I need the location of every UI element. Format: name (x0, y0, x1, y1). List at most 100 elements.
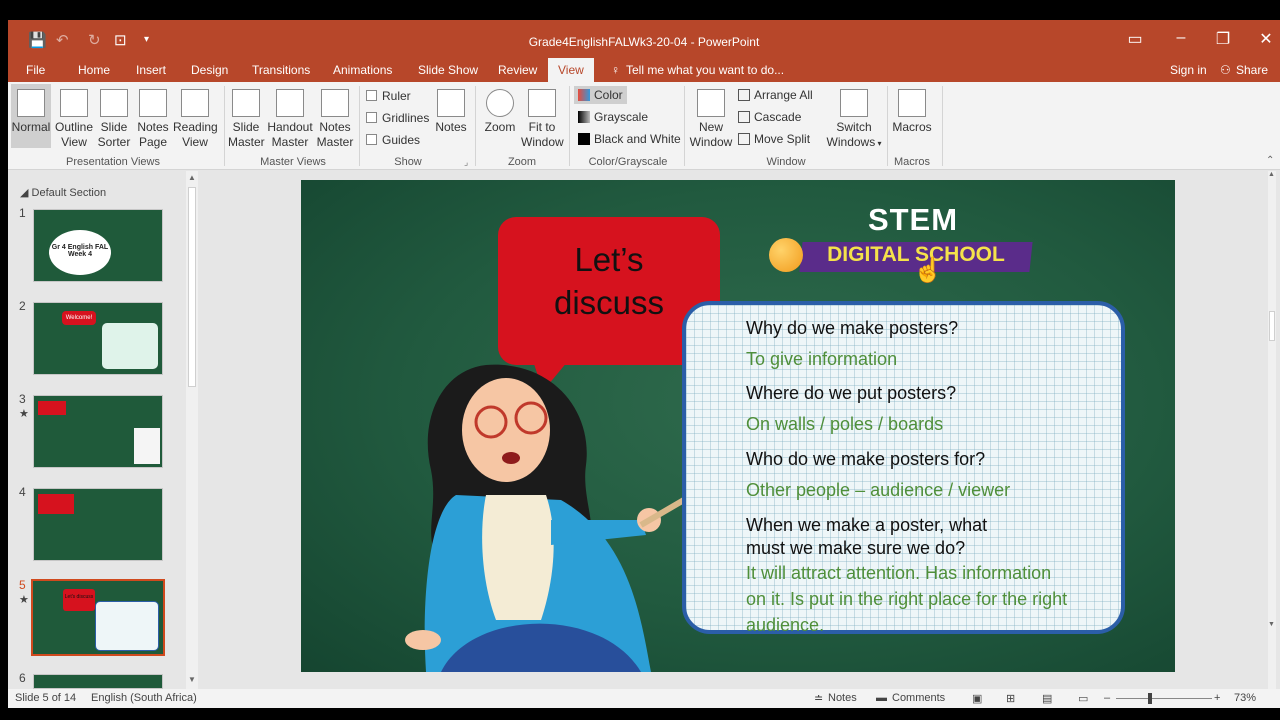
reading-view-button[interactable]: Reading View (173, 84, 218, 150)
group-zoom: Zoom (507, 156, 537, 168)
fit-to-window-button[interactable]: Fit to Window (521, 84, 564, 150)
scroll-down-icon[interactable]: ▼ (1268, 621, 1275, 628)
collapse-ribbon-icon[interactable]: ⌃ (1266, 155, 1274, 166)
slide-master-label-2: Master (228, 135, 265, 149)
language-indicator[interactable]: English (South Africa) (91, 692, 197, 704)
slide-thumb-5[interactable]: Let's discuss (31, 579, 165, 656)
question-3: Who do we make posters for? (746, 449, 986, 469)
thumb-label-block (38, 494, 74, 514)
tab-file[interactable]: File (26, 63, 45, 77)
share-button[interactable]: Share (1236, 63, 1268, 77)
tab-review[interactable]: Review (498, 63, 537, 77)
color-button[interactable]: Color (574, 86, 627, 104)
cascade-label: Cascade (754, 110, 802, 124)
zoom-slider-thumb[interactable] (1148, 693, 1152, 704)
thumbs-scrollbar[interactable]: ▲ ▼ (186, 171, 198, 689)
reading-label-2: View (182, 135, 208, 149)
outline-view-button[interactable]: Outline View (53, 84, 95, 150)
handout-master-button[interactable]: Handout Master (267, 84, 313, 150)
zoom-button[interactable]: Zoom (482, 84, 518, 135)
shirt (482, 495, 554, 620)
ribbon-display-icon[interactable]: ▭ (1120, 29, 1150, 49)
ruler-label: Ruler (382, 89, 411, 103)
zoom-level[interactable]: 73% (1234, 692, 1256, 704)
section-label: Default Section (31, 187, 107, 199)
face (462, 378, 550, 482)
slide-thumb-1[interactable]: Gr 4 English FAL Week 4 (33, 209, 163, 282)
tab-design[interactable]: Design (191, 63, 228, 77)
normal-view-button[interactable]: Normal (11, 84, 51, 148)
switch-windows-button[interactable]: Switch Windows ▾ (824, 84, 884, 151)
slide-sorter-button[interactable]: Slide Sorter (96, 84, 132, 150)
cascade-icon (738, 111, 750, 123)
black-white-button[interactable]: Black and White (578, 132, 681, 146)
zoom-in-icon[interactable]: + (1214, 692, 1220, 704)
tab-transitions[interactable]: Transitions (252, 63, 310, 77)
gridlines-checkbox[interactable]: Gridlines (366, 111, 429, 125)
arrange-all-button[interactable]: Arrange All (738, 88, 813, 102)
thumb-number: 6 (19, 671, 26, 685)
macros-button[interactable]: Macros (892, 84, 932, 135)
reading-view-icon[interactable]: ▤ (1042, 692, 1052, 705)
current-slide[interactable]: STEM LOCKDOWN DIGITAL SCHOOL ☝ Let’sdisc… (301, 180, 1175, 672)
scroll-up-icon[interactable]: ▲ (188, 173, 196, 182)
question-4-line-1: When we make a poster, what (746, 515, 988, 535)
ruler-checkbox[interactable]: Ruler (366, 89, 411, 103)
move-split-icon (738, 133, 750, 145)
restore-icon[interactable]: ❐ (1208, 29, 1238, 49)
new-window-label-2: Window (689, 135, 733, 149)
tab-animations[interactable]: Animations (333, 63, 392, 77)
thumb-box (102, 323, 158, 369)
guides-checkbox[interactable]: Guides (366, 133, 420, 147)
group-show: Show (394, 156, 422, 168)
slideshow-icon[interactable]: ▭ (1078, 692, 1088, 705)
tab-home[interactable]: Home (78, 63, 110, 77)
tab-slideshow[interactable]: Slide Show (418, 63, 478, 77)
dialog-launcher-icon[interactable]: ⌟ (464, 157, 468, 168)
editor-scrollbar[interactable]: ▲ ▼ (1268, 171, 1276, 689)
zoom-slider[interactable] (1116, 698, 1212, 699)
comments-toggle[interactable]: Comments (892, 692, 945, 704)
notes-master-button[interactable]: Notes Master (316, 84, 354, 150)
normal-view-icon[interactable]: ▣ (972, 692, 982, 705)
scroll-up-icon[interactable]: ▲ (1268, 171, 1275, 178)
tab-insert[interactable]: Insert (136, 63, 166, 77)
zoom-label: Zoom (484, 120, 516, 134)
powerpoint-window: 💾 ↶ ↻ ⊡ ▾ Grade4EnglishFALWk3-20-04 - Po… (8, 20, 1280, 708)
slide-thumb-2[interactable]: Welcome! (33, 302, 163, 375)
separator (684, 86, 685, 166)
zoom-out-icon[interactable]: – (1104, 692, 1110, 704)
thumb-caption: Gr 4 English FAL Week 4 (51, 244, 109, 258)
close-icon[interactable]: ✕ (1251, 29, 1280, 49)
new-window-button[interactable]: New Window (689, 84, 733, 150)
slide-master-button[interactable]: Slide Master (228, 84, 265, 150)
cascade-button[interactable]: Cascade (738, 110, 801, 124)
slide-thumb-3[interactable] (33, 395, 163, 468)
scroll-down-icon[interactable]: ▼ (188, 675, 196, 684)
notes-button[interactable]: Notes (434, 84, 468, 135)
group-master-views: Master Views (260, 156, 326, 168)
scroll-thumb[interactable] (188, 187, 196, 387)
notespage-label-2: Page (138, 135, 168, 149)
tab-view[interactable]: View (548, 58, 594, 82)
switch-label-2: Windows (826, 135, 876, 149)
grayscale-swatch-icon (578, 111, 590, 123)
scroll-thumb[interactable] (1269, 311, 1275, 341)
grayscale-button[interactable]: Grayscale (578, 110, 648, 124)
slide-thumb-6[interactable] (33, 674, 163, 689)
comments-icon: ▬ (876, 692, 887, 704)
left-hand (405, 630, 441, 650)
slide-thumb-4[interactable] (33, 488, 163, 561)
slide-sorter-icon[interactable]: ⊞ (1006, 692, 1015, 705)
separator (942, 86, 943, 166)
animation-star-icon: ★ (19, 594, 29, 606)
move-split-button[interactable]: Move Split (738, 132, 810, 146)
share-icon[interactable]: ⚇ (1220, 63, 1231, 77)
section-header[interactable]: ◢ Default Section (20, 186, 106, 199)
minimize-icon[interactable]: – (1166, 29, 1196, 47)
notes-page-button[interactable]: Notes Page (135, 84, 171, 150)
outline-label-2: View (61, 135, 87, 149)
notes-toggle[interactable]: Notes (828, 692, 857, 704)
sign-in-link[interactable]: Sign in (1170, 63, 1207, 77)
tell-me-input[interactable]: Tell me what you want to do... (626, 63, 784, 77)
